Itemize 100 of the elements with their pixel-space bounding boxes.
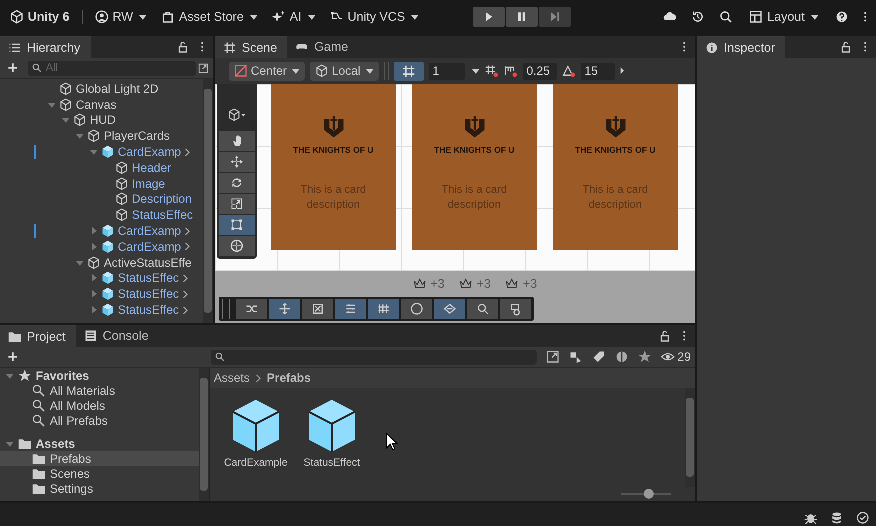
- overlay-tool-button[interactable]: [302, 299, 333, 319]
- grid-toggle-icon[interactable]: [394, 62, 424, 80]
- hierarchy-item[interactable]: PlayerCards: [104, 129, 170, 144]
- prefab-cube-icon[interactable]: [230, 398, 282, 454]
- foldout-arrow-icon[interactable]: [76, 132, 84, 140]
- hierarchy-item[interactable]: ActiveStatusEffe: [104, 256, 192, 270]
- star-icon[interactable]: [638, 350, 652, 364]
- hierarchy-item[interactable]: Header: [132, 160, 172, 175]
- more-icon[interactable]: [200, 41, 205, 53]
- foldout-arrow-icon[interactable]: [6, 440, 14, 448]
- grid-snap-icon[interactable]: [484, 64, 499, 78]
- more-icon[interactable]: [862, 11, 868, 23]
- overlay-tool-button[interactable]: [401, 299, 432, 319]
- overlay-tool-button[interactable]: [368, 299, 399, 319]
- expand-icon[interactable]: [546, 350, 560, 364]
- foldout-arrow-icon[interactable]: [6, 372, 14, 380]
- view-tab[interactable]: Game: [287, 36, 358, 58]
- hierarchy-item[interactable]: StatusEffec: [132, 208, 194, 222]
- view-tab[interactable]: Scene: [215, 36, 288, 58]
- pivot-dropdown[interactable]: Center: [229, 62, 306, 80]
- step-button[interactable]: [539, 7, 572, 27]
- tag-icon[interactable]: [592, 350, 606, 364]
- pause-button[interactable]: [506, 7, 538, 27]
- search-field[interactable]: [211, 350, 537, 364]
- play-button[interactable]: [473, 7, 506, 27]
- panel-tab[interactable]: Project: [0, 325, 76, 347]
- breadcrumb-item[interactable]: Assets: [214, 371, 250, 385]
- folder-item[interactable]: Prefabs: [0, 451, 199, 466]
- hierarchy-tab[interactable]: Hierarchy: [0, 36, 90, 58]
- folder-item[interactable]: Settings: [0, 481, 199, 496]
- foldout-arrow-icon[interactable]: [90, 242, 98, 251]
- rotate-tool-button[interactable]: [219, 173, 255, 193]
- overlay-tool-button[interactable]: [434, 299, 465, 319]
- angle-snap-icon[interactable]: [562, 64, 576, 78]
- hierarchy-item[interactable]: StatusEffec: [118, 287, 180, 302]
- foldout-arrow-icon[interactable]: [90, 274, 98, 282]
- favorite-item[interactable]: All Models: [50, 398, 106, 412]
- foldout-arrow-icon[interactable]: [62, 116, 70, 124]
- space-dropdown[interactable]: Local: [310, 62, 379, 80]
- favorite-item[interactable]: All Prefabs: [50, 414, 108, 428]
- hierarchy-item[interactable]: StatusEffec: [118, 271, 180, 286]
- lock-icon[interactable]: [839, 40, 853, 54]
- hierarchy-item[interactable]: Image: [132, 176, 166, 191]
- lock-icon[interactable]: [658, 329, 672, 343]
- zoom-slider-thumb[interactable]: [644, 489, 654, 499]
- folder-item[interactable]: Scenes: [0, 466, 199, 481]
- snap-increment-field[interactable]: 0.25: [522, 62, 557, 80]
- inspector-tab[interactable]: Inspector: [697, 36, 786, 58]
- hierarchy-item[interactable]: CardExamp: [118, 240, 182, 254]
- overlay-tool-button[interactable]: [236, 299, 267, 319]
- search-field[interactable]: All: [28, 60, 196, 76]
- scale-tool-button[interactable]: [219, 194, 255, 214]
- foldout-arrow-icon[interactable]: [48, 100, 56, 109]
- database-icon[interactable]: [830, 510, 844, 524]
- foldout-arrow-icon[interactable]: [90, 148, 98, 156]
- scrollbar[interactable]: [685, 388, 695, 487]
- overlay-tool-button[interactable]: [467, 299, 498, 319]
- search-icon[interactable]: [719, 10, 734, 24]
- visibility-count[interactable]: 29: [660, 350, 691, 364]
- foldout-arrow-icon[interactable]: [90, 290, 98, 298]
- scrollbar[interactable]: [199, 368, 209, 501]
- prefab-cube-icon[interactable]: [306, 398, 358, 454]
- more-icon[interactable]: [863, 41, 868, 53]
- asset-name[interactable]: StatusEffect: [304, 457, 360, 469]
- foldout-arrow-icon[interactable]: [90, 227, 98, 236]
- favorite-item[interactable]: All Materials: [50, 384, 116, 398]
- grid-size-field[interactable]: 1: [428, 62, 465, 80]
- unity-menu-button[interactable]: Unity 6: [8, 8, 72, 26]
- caret-icon[interactable]: [472, 68, 480, 74]
- help-icon[interactable]: [834, 10, 849, 24]
- breadcrumb-item[interactable]: Prefabs: [267, 371, 312, 385]
- hand-tool-button[interactable]: [219, 131, 255, 151]
- filter-circle-icon[interactable]: [614, 350, 629, 364]
- check-circle-icon[interactable]: [856, 510, 870, 524]
- scrollbar[interactable]: [203, 79, 213, 323]
- asset-name[interactable]: CardExample: [224, 457, 288, 469]
- hierarchy-item[interactable]: CardExamp: [118, 224, 182, 238]
- more-icon[interactable]: [682, 41, 687, 53]
- drag-handle[interactable]: [222, 299, 230, 319]
- hierarchy-item[interactable]: HUD: [90, 113, 116, 128]
- angle-snap-field[interactable]: 15: [580, 62, 615, 80]
- toolbar-dropdown[interactable]: AI: [270, 8, 318, 26]
- assets-folder[interactable]: Assets: [36, 436, 76, 450]
- toolbar-dropdown[interactable]: Unity VCS: [328, 8, 422, 26]
- favorites-header[interactable]: Favorites: [36, 368, 90, 382]
- cube-icon[interactable]: [226, 108, 248, 122]
- history-icon[interactable]: [691, 10, 706, 24]
- layout-dropdown[interactable]: Layout: [747, 8, 821, 26]
- more-icon[interactable]: [682, 330, 687, 342]
- panel-tab[interactable]: Console: [76, 325, 159, 347]
- transform-tool-button[interactable]: [219, 236, 255, 256]
- hierarchy-item[interactable]: Canvas: [76, 98, 117, 112]
- overlay-tool-button[interactable]: [269, 299, 300, 319]
- foldout-arrow-icon[interactable]: [90, 306, 98, 314]
- rect-tool-button[interactable]: [219, 215, 255, 235]
- shapes-icon[interactable]: [568, 350, 583, 364]
- chevron-icon[interactable]: [184, 148, 192, 157]
- hierarchy-item[interactable]: Description: [132, 192, 192, 206]
- toolbar-dropdown[interactable]: RW: [92, 8, 150, 26]
- expand-icon[interactable]: [198, 62, 209, 74]
